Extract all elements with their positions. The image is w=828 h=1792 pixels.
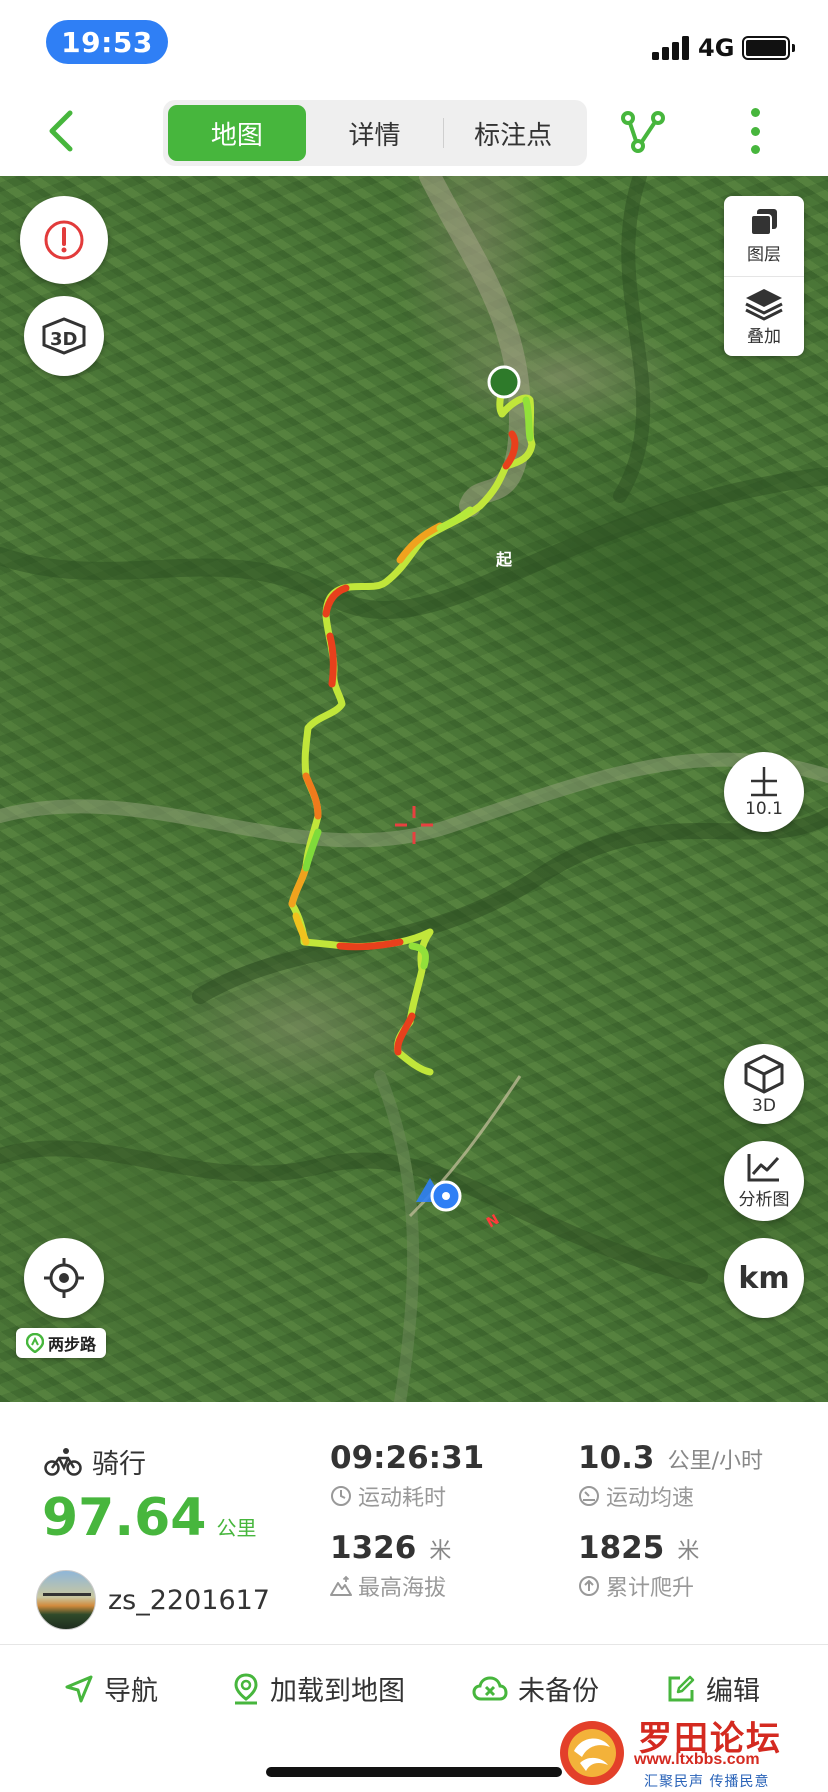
more-dot [750, 145, 760, 154]
user-info[interactable]: zs_2201617 [36, 1570, 270, 1630]
route-branch-icon [621, 111, 665, 153]
map-pin-icon [234, 1672, 258, 1704]
avg-speed-value: 10.3 [578, 1440, 655, 1476]
edit-label: 编辑 [706, 1676, 760, 1707]
username[interactable]: zs_2201617 [108, 1585, 270, 1616]
more-dot [750, 108, 760, 117]
climb-arrow-icon [579, 1576, 599, 1596]
watermark-slogan: 汇聚民声 传播民意 [644, 1774, 770, 1790]
layer-panel: 图层 叠加 [724, 196, 804, 356]
start-marker-label: 起 [495, 550, 512, 569]
activity-summary: 骑行 97.64 公里 zs_2201617 09:26:31 运动耗时 10.… [0, 1402, 828, 1644]
bottom-action-bar: 导航 加载到地图 未备份 编辑 罗田论坛 www.ltxbbs.com 汇聚民声… [0, 1644, 828, 1792]
watermark-url: www.ltxbbs.com [634, 1751, 760, 1768]
battery-icon [742, 36, 795, 60]
3d-cube-icon: 3D [42, 317, 86, 355]
brand-logo-icon [25, 1333, 44, 1353]
nav-bar: 地图 详情 标注点 [0, 90, 828, 176]
overlay-label: 叠加 [747, 326, 781, 347]
signal-icon [652, 36, 692, 60]
speedometer-icon [579, 1486, 599, 1506]
stat-max-altitude: 1326 米 最高海拔 [330, 1530, 451, 1602]
mountain-peak-icon [330, 1575, 352, 1596]
overlay-button[interactable]: 叠加 [724, 276, 804, 356]
stack-icon [745, 288, 783, 321]
view-3d-button[interactable]: 3D [724, 1044, 804, 1124]
total-distance: 97.64 公里 [42, 1488, 256, 1548]
load-to-map-button[interactable]: 加载到地图 [232, 1669, 405, 1708]
backup-button[interactable]: 未备份 [472, 1669, 599, 1708]
status-bar: 19:53 4G [0, 0, 828, 90]
forum-watermark: 罗田论坛 www.ltxbbs.com 汇聚民声 传播民意 [552, 1711, 822, 1791]
stat-total-climb: 1825 米 累计爬升 [578, 1530, 699, 1602]
cloud-error-icon [472, 1675, 508, 1700]
duration-label: 运动耗时 [358, 1486, 447, 1511]
home-indicator [266, 1767, 562, 1777]
load-to-map-label: 加载到地图 [270, 1676, 405, 1707]
layers-button[interactable]: 图层 [724, 196, 804, 276]
analysis-label: 分析图 [738, 1190, 790, 1210]
route-branch-button[interactable] [618, 106, 668, 156]
navigation-arrow-icon [65, 1675, 93, 1702]
navigate-label: 导航 [104, 1676, 158, 1707]
sport-label: 骑行 [92, 1449, 146, 1480]
tab-details[interactable]: 详情 [306, 105, 444, 161]
back-button[interactable] [36, 106, 86, 156]
north-arrow: N [484, 1212, 502, 1232]
total-climb-label: 累计爬升 [606, 1576, 695, 1601]
line-chart-icon [747, 1154, 780, 1182]
unit-label: km [738, 1260, 790, 1296]
brand-badge: 两步路 [16, 1328, 106, 1358]
network-type: 4G [698, 34, 735, 62]
navigate-button[interactable]: 导航 [64, 1669, 158, 1708]
stat-duration: 09:26:31 运动耗时 [330, 1440, 484, 1512]
cycling-icon [44, 1447, 82, 1476]
stat-avg-speed: 10.3 公里/小时 运动均速 [578, 1440, 763, 1512]
edit-icon [668, 1675, 695, 1701]
tab-map[interactable]: 地图 [168, 105, 306, 161]
phoenix-logo-icon [560, 1721, 624, 1785]
zoom-level: 10.1 [745, 799, 783, 819]
zoom-level-button[interactable]: 10.1 [724, 752, 804, 832]
clock-icon [331, 1486, 351, 1506]
alert-button[interactable] [20, 196, 108, 284]
more-dot [750, 126, 760, 136]
distance-unit: 公里 [216, 1516, 257, 1540]
locate-button[interactable] [24, 1238, 104, 1318]
max-altitude-value: 1326 [330, 1530, 417, 1566]
max-altitude-unit: 米 [429, 1539, 452, 1564]
total-climb-unit: 米 [677, 1539, 700, 1564]
zoom-plus-icon [751, 767, 777, 797]
brand-badge-label: 两步路 [47, 1335, 96, 1354]
svg-text:3D: 3D [50, 329, 77, 350]
distance-value: 97.64 [42, 1488, 207, 1548]
terrain-3d-button[interactable]: 3D [24, 296, 104, 376]
target-location-icon [44, 1258, 84, 1298]
avatar[interactable] [36, 1570, 96, 1630]
start-marker[interactable] [487, 365, 521, 399]
track-line [288, 378, 536, 1076]
warning-icon [44, 220, 84, 260]
chevron-left-icon [49, 110, 73, 152]
layers-label: 图层 [747, 245, 781, 265]
layers-icon [750, 209, 777, 236]
backup-label: 未备份 [518, 1676, 599, 1707]
cube-icon [744, 1054, 784, 1093]
duration-value: 09:26:31 [330, 1440, 485, 1476]
max-altitude-label: 最高海拔 [358, 1576, 447, 1601]
more-button[interactable] [740, 104, 770, 158]
map-canvas: N [0, 176, 828, 1402]
status-time: 19:53 [46, 20, 168, 64]
edit-button[interactable]: 编辑 [666, 1669, 760, 1708]
total-climb-value: 1825 [578, 1530, 665, 1566]
avg-speed-label: 运动均速 [606, 1486, 695, 1511]
satellite-map[interactable]: N 起 3D 图层 叠加 10.1 3D 分析图 km 两步路 [0, 176, 828, 1402]
tab-markers[interactable]: 标注点 [444, 105, 582, 161]
view-3d-label: 3D [752, 1095, 776, 1116]
view-segmented-control: 地图 详情 标注点 [163, 100, 587, 166]
avg-speed-unit: 公里/小时 [667, 1449, 764, 1474]
sport-type: 骑行 [44, 1442, 146, 1481]
analysis-chart-button[interactable]: 分析图 [724, 1141, 804, 1221]
unit-toggle-button[interactable]: km [724, 1238, 804, 1318]
